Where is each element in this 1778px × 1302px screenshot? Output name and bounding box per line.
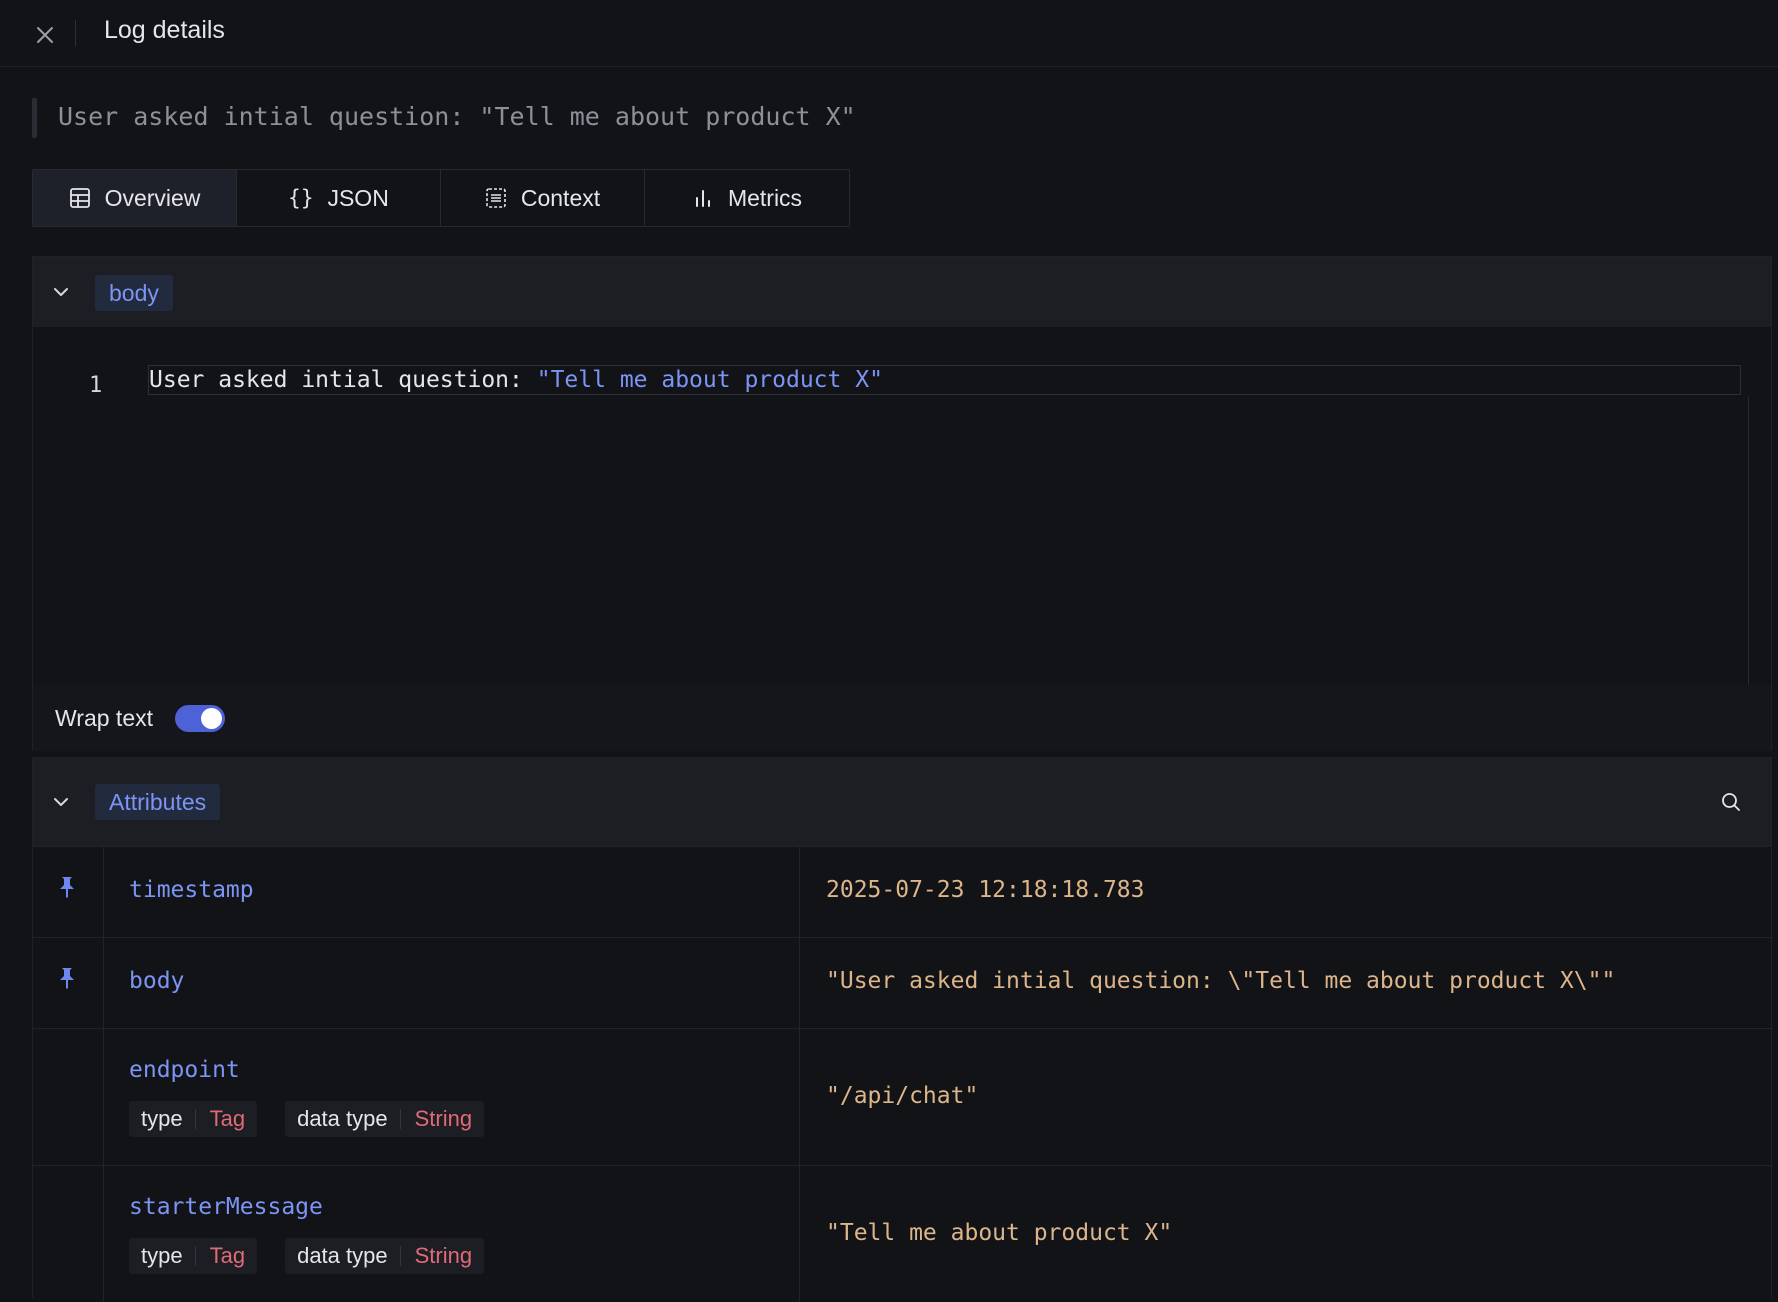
editor-scrollbar[interactable] xyxy=(1748,397,1749,687)
code-line: User asked intial question: "Tell me abo… xyxy=(148,365,1741,395)
wrap-text-row: Wrap text xyxy=(33,685,1771,751)
table-row: endpoint type Tag data type String "/api… xyxy=(33,1028,1771,1165)
code-text: User asked intial question: xyxy=(149,367,537,393)
table-row: starterMessage type Tag data type String… xyxy=(33,1165,1771,1302)
data-type-chip: data type String xyxy=(285,1101,485,1137)
code-string: "Tell me about product X" xyxy=(536,367,883,393)
wrap-text-label: Wrap text xyxy=(55,705,153,731)
value-cell: 2025-07-23 12:18:18.783 xyxy=(799,847,1771,937)
toggle-knob xyxy=(201,708,222,729)
tab-label: JSON xyxy=(327,184,389,211)
tab-overview[interactable]: Overview xyxy=(33,170,237,226)
wrap-text-toggle[interactable] xyxy=(175,705,225,732)
attributes-section: Attributes timestamp 2025-07-23 12:18:18… xyxy=(32,757,1772,1302)
close-button[interactable] xyxy=(30,20,60,50)
search-icon[interactable] xyxy=(1719,790,1743,814)
value-cell: "Tell me about product X" xyxy=(799,1166,1771,1302)
pin-icon[interactable] xyxy=(57,966,77,990)
close-icon[interactable] xyxy=(30,20,60,50)
tab-label: Context xyxy=(520,184,601,211)
body-section-title: body xyxy=(95,275,173,311)
pin-cell xyxy=(33,847,104,937)
chevron-down-icon[interactable] xyxy=(50,791,72,813)
attribute-value[interactable]: "/api/chat" xyxy=(826,1083,978,1109)
attributes-header: Attributes xyxy=(33,758,1771,846)
braces-icon: {} xyxy=(288,186,314,210)
tab-json[interactable]: {} JSON xyxy=(237,170,441,226)
pin-icon[interactable] xyxy=(57,875,77,899)
tab-label: Overview xyxy=(104,184,201,211)
chip-value: String xyxy=(414,1243,473,1268)
value-cell: "User asked intial question: \"Tell me a… xyxy=(799,938,1771,1028)
body-section: body 1 User asked intial question: "Tell… xyxy=(32,256,1772,751)
value-cell: "/api/chat" xyxy=(799,1029,1771,1165)
table-icon xyxy=(69,188,90,208)
attribute-value[interactable]: 2025-07-23 12:18:18.783 xyxy=(826,877,1145,903)
bar-chart-icon xyxy=(695,190,710,207)
attribute-key[interactable]: body xyxy=(129,968,184,994)
tab-bar: Overview {} JSON Context Metrics xyxy=(32,169,850,227)
type-chip: type Tag xyxy=(129,1101,258,1137)
chip-label: type xyxy=(129,1245,196,1267)
line-number: 1 xyxy=(89,373,103,398)
chip-label: type xyxy=(129,1108,196,1130)
type-chip: type Tag xyxy=(129,1238,258,1274)
tab-label: Metrics xyxy=(727,184,803,211)
data-type-chip: data type String xyxy=(285,1238,485,1274)
summary-accent-bar xyxy=(32,98,37,138)
table-row: body "User asked intial question: \"Tell… xyxy=(33,937,1771,1028)
tab-metrics[interactable]: Metrics xyxy=(645,170,849,226)
log-summary: User asked intial question: "Tell me abo… xyxy=(58,102,856,131)
attributes-title: Attributes xyxy=(95,784,221,820)
body-section-header: body xyxy=(33,257,1771,327)
code-editor[interactable]: 1 User asked intial question: "Tell me a… xyxy=(33,327,1771,687)
header-divider xyxy=(75,20,76,46)
attribute-meta: type Tag data type String xyxy=(129,1238,485,1274)
list-icon xyxy=(486,188,506,208)
attribute-key[interactable]: endpoint xyxy=(129,1057,240,1083)
attribute-key[interactable]: starterMessage xyxy=(129,1194,323,1220)
pin-cell xyxy=(33,1029,104,1165)
chip-label: data type xyxy=(285,1245,401,1267)
attributes-table: timestamp 2025-07-23 12:18:18.783 body "… xyxy=(33,846,1771,1302)
attribute-key[interactable]: timestamp xyxy=(129,877,254,903)
panel-title: Log details xyxy=(104,16,225,44)
chip-value: Tag xyxy=(209,1243,246,1268)
tab-context[interactable]: Context xyxy=(441,170,645,226)
chip-value: Tag xyxy=(209,1106,246,1131)
panel-header: Log details xyxy=(0,0,1778,67)
chevron-down-icon[interactable] xyxy=(50,281,72,303)
chip-label: data type xyxy=(285,1108,401,1130)
attribute-value[interactable]: "User asked intial question: \"Tell me a… xyxy=(826,968,1615,994)
attribute-value[interactable]: "Tell me about product X" xyxy=(826,1220,1172,1246)
pin-cell xyxy=(33,938,104,1028)
pin-cell xyxy=(33,1166,104,1302)
table-row: timestamp 2025-07-23 12:18:18.783 xyxy=(33,846,1771,937)
chip-value: String xyxy=(414,1106,473,1131)
attribute-meta: type Tag data type String xyxy=(129,1101,485,1137)
